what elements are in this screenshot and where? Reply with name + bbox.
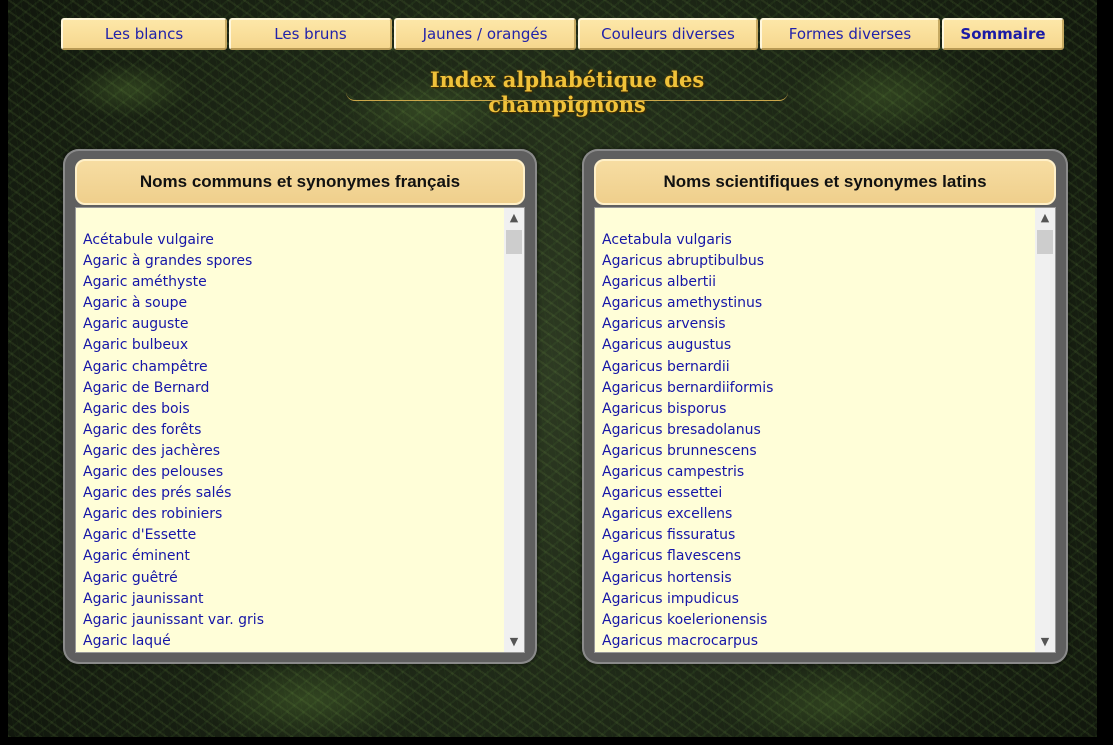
list-item[interactable]: Agaric des forêts xyxy=(83,420,500,441)
scrollbar-thumb[interactable] xyxy=(506,230,522,254)
list-item[interactable]: Agaric champêtre xyxy=(83,357,500,378)
page-background: Les blancs Les bruns Jaunes / orangés Co… xyxy=(8,0,1097,737)
list-item[interactable]: Agaric des pelouses xyxy=(83,462,500,483)
list-item[interactable]: Agaricus excellens xyxy=(602,504,1031,525)
list-item[interactable]: Agaric des bois xyxy=(83,399,500,420)
tab-formes-diverses[interactable]: Formes diverses xyxy=(760,18,940,50)
tab-les-blancs[interactable]: Les blancs xyxy=(61,18,227,50)
french-names-header: Noms communs et synonymes français xyxy=(75,159,525,205)
list-item[interactable]: Agaricus arvensis xyxy=(602,314,1031,335)
top-navigation: Les blancs Les bruns Jaunes / orangés Co… xyxy=(61,18,1066,50)
latin-names-list-box[interactable]: Acetabula vulgaris Agaricus abruptibulbus… xyxy=(594,207,1056,653)
latin-names-list: Acetabula vulgaris Agaricus abruptibulbus… xyxy=(602,230,1031,652)
french-names-list-box[interactable]: Acétabule vulgaire Agaric à grandes spore… xyxy=(75,207,525,653)
tab-couleurs-diverses[interactable]: Couleurs diverses xyxy=(578,18,758,50)
latin-names-scrollbar[interactable]: ▲ ▼ xyxy=(1035,208,1055,652)
list-item[interactable]: Acétabule vulgaire xyxy=(83,230,500,251)
list-item[interactable]: Agaric de Bernard xyxy=(83,378,500,399)
list-item[interactable]: Agaric bulbeux xyxy=(83,335,500,356)
scrollbar-thumb[interactable] xyxy=(1037,230,1053,254)
list-item[interactable]: Agaricus amethystinus xyxy=(602,293,1031,314)
list-item[interactable]: Agaric des prés salés xyxy=(83,483,500,504)
list-item[interactable]: Agaricus macrocarpus xyxy=(602,631,1031,652)
tab-les-bruns[interactable]: Les bruns xyxy=(229,18,392,50)
list-item[interactable]: Agaricus flavescens xyxy=(602,546,1031,567)
list-item[interactable]: Agaricus bresadolanus xyxy=(602,420,1031,441)
list-item[interactable]: Agaric auguste xyxy=(83,314,500,335)
french-names-list: Acétabule vulgaire Agaric à grandes spore… xyxy=(83,230,500,652)
french-names-panel: Noms communs et synonymes français Acéta… xyxy=(63,149,537,664)
list-item[interactable]: Agaricus essettei xyxy=(602,483,1031,504)
list-item[interactable]: Agaric des robiniers xyxy=(83,504,500,525)
list-item[interactable]: Agaric d'Essette xyxy=(83,525,500,546)
list-item[interactable]: Acetabula vulgaris xyxy=(602,230,1031,251)
list-item[interactable]: Agaricus hortensis xyxy=(602,568,1031,589)
list-item[interactable]: Agaricus fissuratus xyxy=(602,525,1031,546)
tab-sommaire[interactable]: Sommaire xyxy=(942,18,1064,50)
list-item[interactable]: Agaric laqué xyxy=(83,631,500,652)
list-item[interactable]: Agaricus augustus xyxy=(602,335,1031,356)
list-item[interactable]: Agaricus bernardii xyxy=(602,357,1031,378)
list-item[interactable]: Agaric guêtré xyxy=(83,568,500,589)
list-item[interactable]: Agaric éminent xyxy=(83,546,500,567)
list-item[interactable]: Agaric à grandes spores xyxy=(83,251,500,272)
latin-names-panel: Noms scientifiques et synonymes latins A… xyxy=(582,149,1068,664)
list-item[interactable]: Agaricus campestris xyxy=(602,462,1031,483)
list-item[interactable]: Agaricus impudicus xyxy=(602,589,1031,610)
list-item[interactable]: Agaric jaunissant var. gris xyxy=(83,610,500,631)
list-item[interactable]: Agaricus bisporus xyxy=(602,399,1031,420)
list-item[interactable]: Agaricus koelerionensis xyxy=(602,610,1031,631)
chevron-up-icon[interactable]: ▲ xyxy=(1035,208,1055,228)
title-underline xyxy=(346,92,788,101)
list-item[interactable]: Agaric des jachères xyxy=(83,441,500,462)
list-item[interactable]: Agaric jaunissant xyxy=(83,589,500,610)
chevron-down-icon[interactable]: ▼ xyxy=(504,632,524,652)
list-item[interactable]: Agaricus brunnescens xyxy=(602,441,1031,462)
list-item[interactable]: Agaricus albertii xyxy=(602,272,1031,293)
list-item[interactable]: Agaricus abruptibulbus xyxy=(602,251,1031,272)
latin-names-header: Noms scientifiques et synonymes latins xyxy=(594,159,1056,205)
chevron-up-icon[interactable]: ▲ xyxy=(504,208,524,228)
list-item[interactable]: Agaric améthyste xyxy=(83,272,500,293)
list-item[interactable]: Agaric à soupe xyxy=(83,293,500,314)
list-item[interactable]: Agaricus bernardiiformis xyxy=(602,378,1031,399)
french-names-scrollbar[interactable]: ▲ ▼ xyxy=(504,208,524,652)
chevron-down-icon[interactable]: ▼ xyxy=(1035,632,1055,652)
tab-jaunes-oranges[interactable]: Jaunes / orangés xyxy=(394,18,576,50)
